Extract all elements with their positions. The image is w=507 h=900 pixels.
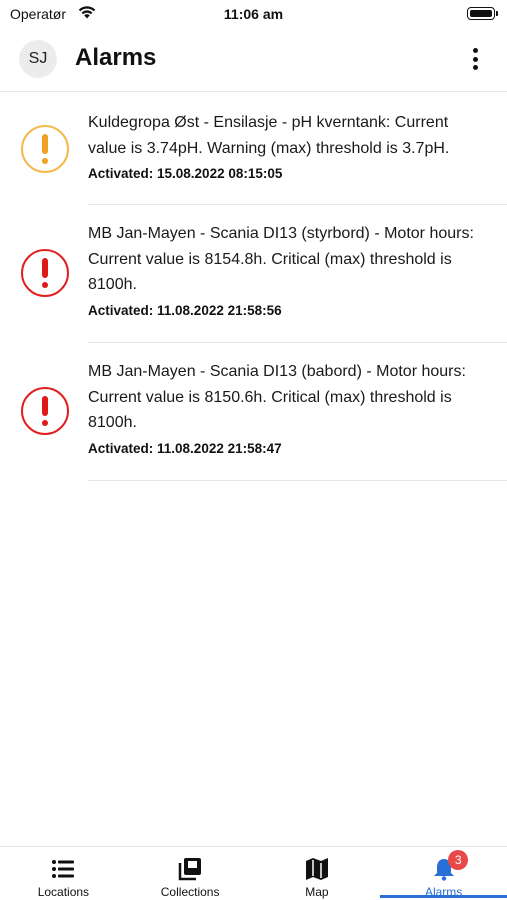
divider xyxy=(88,480,507,481)
alarm-item[interactable]: Kuldegropa Øst - Ensilasje - pH kverntan… xyxy=(0,93,507,205)
alarm-message: MB Jan-Mayen - Scania DI13 (babord) - Mo… xyxy=(88,363,466,431)
alarm-item[interactable]: MB Jan-Mayen - Scania DI13 (babord) - Mo… xyxy=(0,343,507,481)
avatar[interactable]: SJ xyxy=(19,40,57,78)
tab-bar: Locations Collections Map 3 Alarms xyxy=(0,846,507,900)
status-bar: Operatør 11:06 am xyxy=(0,0,507,28)
battery-icon xyxy=(467,7,498,20)
tab-collections[interactable]: Collections xyxy=(127,847,254,900)
tab-map[interactable]: Map xyxy=(254,847,381,900)
map-icon xyxy=(305,858,328,880)
more-vertical-icon[interactable] xyxy=(463,46,487,72)
tab-label: Map xyxy=(305,885,329,899)
list-icon xyxy=(52,860,75,878)
alarm-message: Kuldegropa Øst - Ensilasje - pH kverntan… xyxy=(88,114,450,157)
tab-alarms[interactable]: 3 Alarms xyxy=(380,847,507,900)
critical-icon xyxy=(21,387,69,435)
alarm-activated: Activated: 11.08.2022 21:58:56 xyxy=(88,303,282,318)
warning-icon xyxy=(21,125,69,173)
tab-label: Locations xyxy=(37,885,90,899)
alarm-activated: Activated: 11.08.2022 21:58:47 xyxy=(88,441,282,456)
app-header: SJ Alarms xyxy=(0,28,507,92)
alarm-activated: Activated: 15.08.2022 08:15:05 xyxy=(88,166,283,181)
collections-icon xyxy=(178,858,202,881)
status-time: 11:06 am xyxy=(223,6,284,22)
critical-icon xyxy=(21,249,69,297)
page-title: Alarms xyxy=(75,44,157,71)
tab-locations[interactable]: Locations xyxy=(0,847,127,900)
tab-label: Collections xyxy=(160,885,220,899)
alarm-list: Kuldegropa Øst - Ensilasje - pH kverntan… xyxy=(0,93,507,481)
tab-label: Alarms xyxy=(424,885,463,899)
notification-badge: 3 xyxy=(448,850,469,870)
alarm-message: MB Jan-Mayen - Scania DI13 (styrbord) - … xyxy=(88,225,474,293)
alarm-item[interactable]: MB Jan-Mayen - Scania DI13 (styrbord) - … xyxy=(0,205,507,343)
